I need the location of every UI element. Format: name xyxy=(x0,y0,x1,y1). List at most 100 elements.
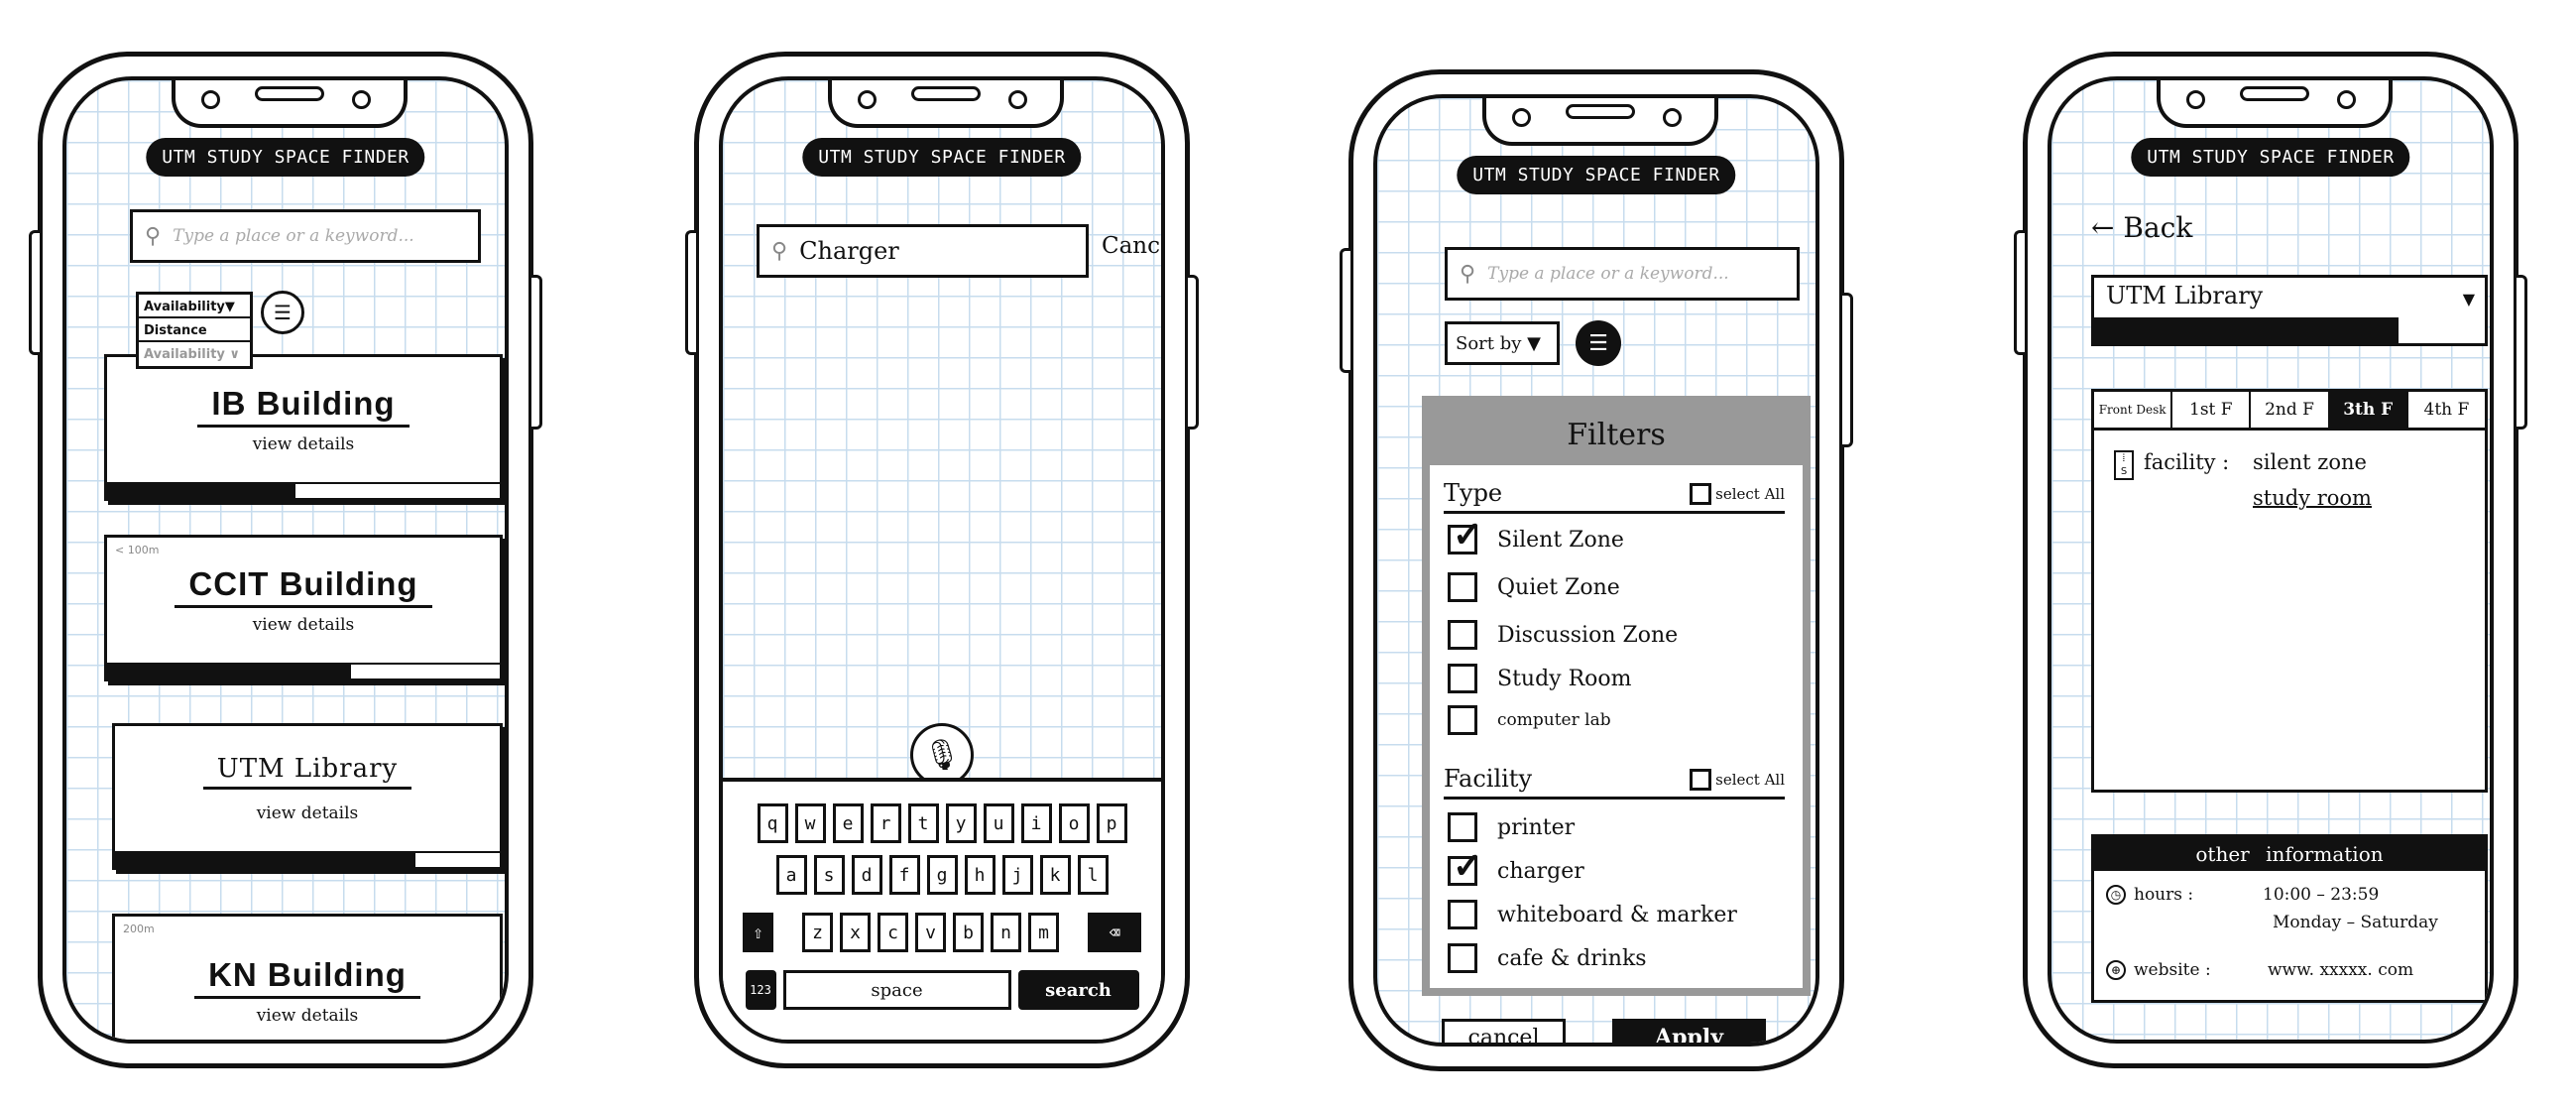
key-a[interactable]: a xyxy=(775,855,807,895)
website-label: website : xyxy=(2134,960,2211,980)
sort-option-availability[interactable]: Availability▼ xyxy=(139,295,250,318)
type-option-study-room[interactable]: Study Room xyxy=(1448,664,1632,693)
building-card-ccit[interactable]: < 100m CCIT Building view details xyxy=(104,535,503,681)
checkbox[interactable] xyxy=(1448,620,1477,650)
key-y[interactable]: y xyxy=(945,803,977,843)
key-w[interactable]: w xyxy=(794,803,826,843)
key-i[interactable]: i xyxy=(1020,803,1052,843)
key-v[interactable]: v xyxy=(915,913,946,952)
key-e[interactable]: e xyxy=(832,803,864,843)
location-dropdown[interactable]: UTM Library ▼ xyxy=(2091,275,2488,346)
shift-key[interactable]: ⇧ xyxy=(743,913,773,952)
key-d[interactable]: d xyxy=(851,855,882,895)
search-bar[interactable]: ⚲ xyxy=(130,209,481,263)
key-m[interactable]: m xyxy=(1028,913,1059,952)
view-details-link[interactable]: view details xyxy=(115,803,500,823)
search-input[interactable] xyxy=(797,236,1053,266)
key-k[interactable]: k xyxy=(1039,855,1071,895)
location-value: UTM Library xyxy=(2106,282,2264,309)
tab-floor-3[interactable]: 3th F xyxy=(2329,392,2408,428)
key-l[interactable]: l xyxy=(1077,855,1109,895)
hours-label: hours : xyxy=(2134,885,2194,905)
view-details-link[interactable]: view details xyxy=(107,615,500,635)
building-card-kn[interactable]: 200m KN Building view details xyxy=(112,914,503,1040)
key-p[interactable]: p xyxy=(1096,803,1127,843)
space-key[interactable]: space xyxy=(782,970,1011,1010)
back-button[interactable]: ← Back xyxy=(2091,211,2192,244)
select-all-checkbox[interactable] xyxy=(1690,769,1712,791)
facility-option-charger[interactable]: charger xyxy=(1448,845,1584,887)
phone-filters: UTM STUDY SPACE FINDER ⚲ Sort by ▼ ☰ Fil… xyxy=(1340,69,1853,1071)
other-information-card: other information ◷ hours : 10:00 – 23:5… xyxy=(2091,834,2488,1003)
key-r[interactable]: r xyxy=(870,803,901,843)
facility-option-cafe[interactable]: cafe & drinks xyxy=(1448,943,1647,973)
numbers-key[interactable]: 123 xyxy=(745,970,776,1010)
type-title: Type xyxy=(1444,479,1503,507)
key-h[interactable]: h xyxy=(964,855,995,895)
tab-floor-1[interactable]: 1st F xyxy=(2172,392,2252,428)
search-bar[interactable]: ⚲ xyxy=(757,224,1089,278)
building-card-ib[interactable]: IB Building view details xyxy=(104,354,503,501)
select-all-facility[interactable]: select All xyxy=(1690,769,1785,791)
key-o[interactable]: o xyxy=(1058,803,1090,843)
select-all-type[interactable]: select All xyxy=(1690,483,1785,505)
floor-content: ⵂS facility : silent zone study room xyxy=(2091,431,2488,793)
cancel-link[interactable]: Cancel xyxy=(1102,233,1161,259)
key-n[interactable]: n xyxy=(991,913,1021,952)
sort-option-availability-asc[interactable]: Availability ∨ xyxy=(139,342,250,366)
key-b[interactable]: b xyxy=(953,913,984,952)
key-x[interactable]: x xyxy=(840,913,871,952)
speaker-icon xyxy=(255,86,324,101)
camera-icon xyxy=(201,90,220,109)
key-u[interactable]: u xyxy=(983,803,1014,843)
checkbox[interactable] xyxy=(1448,900,1477,929)
search-bar[interactable]: ⚲ xyxy=(1445,247,1800,301)
sort-dropdown[interactable]: Availability▼ Distance Availability ∨ xyxy=(136,292,253,369)
search-input[interactable] xyxy=(171,225,441,247)
notch xyxy=(2157,80,2393,128)
checkbox[interactable] xyxy=(1448,845,1482,887)
tab-front-desk[interactable]: Front Desk xyxy=(2094,392,2173,428)
facility-label: facility : xyxy=(2144,450,2230,474)
sort-dropdown[interactable]: Sort by ▼ xyxy=(1445,321,1560,365)
facility-link[interactable]: study room xyxy=(2253,486,2372,510)
key-g[interactable]: g xyxy=(926,855,958,895)
facility-option-whiteboard[interactable]: whiteboard & marker xyxy=(1448,900,1737,929)
building-name: KN Building xyxy=(194,956,420,999)
checkbox[interactable] xyxy=(1448,514,1482,555)
view-details-link[interactable]: view details xyxy=(107,434,500,454)
view-details-link[interactable]: view details xyxy=(115,1006,500,1026)
availability-bar xyxy=(107,482,500,498)
key-s[interactable]: s xyxy=(813,855,845,895)
option-label: charger xyxy=(1497,858,1584,884)
key-f[interactable]: f xyxy=(888,855,920,895)
select-all-checkbox[interactable] xyxy=(1690,483,1712,505)
facility-option-printer[interactable]: printer xyxy=(1448,812,1575,842)
type-option-discussion-zone[interactable]: Discussion Zone xyxy=(1448,620,1678,650)
key-q[interactable]: q xyxy=(757,803,788,843)
checkbox[interactable] xyxy=(1448,664,1477,693)
sliders-icon[interactable]: ☰ xyxy=(1576,320,1621,366)
key-j[interactable]: j xyxy=(1001,855,1033,895)
checkbox[interactable] xyxy=(1448,943,1477,973)
key-t[interactable]: t xyxy=(907,803,939,843)
checkbox[interactable] xyxy=(1448,705,1477,735)
sort-option-distance[interactable]: Distance xyxy=(139,318,250,342)
key-z[interactable]: z xyxy=(802,913,833,952)
type-option-silent-zone[interactable]: Silent Zone xyxy=(1448,514,1624,555)
website-link[interactable]: www. xxxxx. com xyxy=(2268,960,2413,980)
checkbox[interactable] xyxy=(1448,812,1477,842)
type-option-computer-lab[interactable]: computer lab xyxy=(1448,705,1611,735)
tab-floor-4[interactable]: 4th F xyxy=(2408,392,2485,428)
apply-button[interactable]: Apply xyxy=(1612,1019,1766,1043)
type-option-quiet-zone[interactable]: Quiet Zone xyxy=(1448,572,1620,602)
cancel-button[interactable]: cancel xyxy=(1442,1019,1566,1043)
checkbox[interactable] xyxy=(1448,572,1477,602)
tab-floor-2[interactable]: 2nd F xyxy=(2251,392,2330,428)
key-c[interactable]: c xyxy=(878,913,908,952)
backspace-key[interactable]: ⌫ xyxy=(1088,913,1141,952)
search-key[interactable]: search xyxy=(1017,970,1139,1010)
sliders-icon[interactable]: ☰ xyxy=(261,291,304,334)
building-card-utm-library[interactable]: UTM Library view details xyxy=(112,723,503,870)
search-input[interactable] xyxy=(1485,263,1760,285)
